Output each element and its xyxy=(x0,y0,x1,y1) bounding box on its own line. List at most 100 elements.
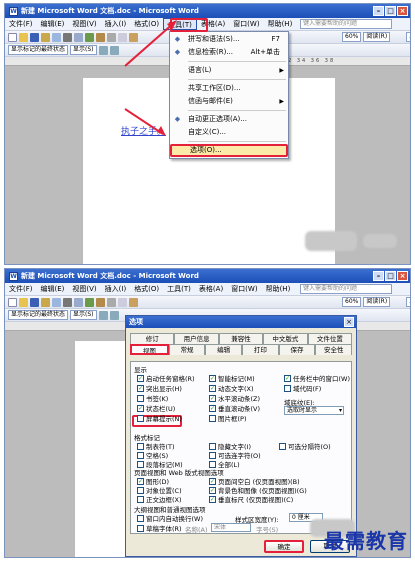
print-preview-icon[interactable] xyxy=(74,297,83,307)
checkbox-box[interactable]: ✓ xyxy=(137,374,144,382)
checkbox-box[interactable] xyxy=(137,495,144,503)
copy-icon[interactable] xyxy=(118,297,127,307)
size-label: 字号(S) xyxy=(256,526,279,534)
checkbox-option[interactable]: ✓ 垂直标尺 (仅页面视图)(C) xyxy=(209,494,293,504)
tab-1[interactable]: 修订 xyxy=(130,333,175,344)
menu-help[interactable]: 帮助(H) xyxy=(262,283,295,295)
tab-8[interactable]: 编辑 xyxy=(205,344,243,355)
arrow-to-options xyxy=(124,108,164,135)
checkbox-box[interactable] xyxy=(284,384,291,392)
show-menu-button[interactable]: 显示(S) xyxy=(70,310,97,320)
checkbox-box[interactable] xyxy=(209,442,216,450)
menu-file[interactable]: 文件(F) xyxy=(5,283,37,295)
checkbox-box[interactable] xyxy=(279,442,286,450)
menu-view[interactable]: 视图(V) xyxy=(68,283,100,295)
ok-button[interactable]: 确定 xyxy=(264,540,304,553)
checkbox-box[interactable]: ✓ xyxy=(209,394,216,402)
checkbox-box[interactable] xyxy=(137,460,144,468)
checkbox-box[interactable] xyxy=(209,414,216,422)
checkbox-option[interactable]: 域代码(F) xyxy=(284,383,321,393)
dialog-close-button[interactable]: × xyxy=(344,317,354,327)
checkbox-option[interactable]: 可选分隔符(O) xyxy=(279,441,331,451)
tab-9[interactable]: 打印 xyxy=(242,344,279,355)
help-search-input[interactable]: 键入需要帮助的问题 xyxy=(300,284,392,294)
tab-11[interactable]: 安全性 xyxy=(315,344,353,355)
menu-window[interactable]: 窗口(W) xyxy=(227,283,261,295)
previous-change-icon[interactable] xyxy=(98,310,108,320)
checkbox-box[interactable] xyxy=(137,414,144,422)
checkbox-label: 智能标记(M) xyxy=(218,375,255,383)
checkbox-box[interactable]: ✓ xyxy=(137,384,144,392)
name-select[interactable]: 宋体 xyxy=(211,523,251,532)
checkbox-option[interactable]: ✓ 智能标记(M) xyxy=(209,373,255,383)
checkbox-option[interactable]: ✓ 突出显示(H) xyxy=(137,383,182,393)
checkbox-option[interactable]: ✓ 水平滚动条(Z) xyxy=(209,393,260,403)
cut-icon[interactable] xyxy=(107,297,116,307)
checkbox-option[interactable]: ✓ 任务栏中的窗口(W) xyxy=(284,373,350,383)
checkbox-box[interactable]: ✓ xyxy=(209,384,216,392)
menu-insert[interactable]: 插入(I) xyxy=(101,283,131,295)
save-icon[interactable] xyxy=(30,297,39,307)
checkbox-box[interactable] xyxy=(209,451,216,459)
checkbox-box[interactable]: ✓ xyxy=(137,477,144,485)
next-change-icon[interactable] xyxy=(109,310,119,320)
email-icon[interactable] xyxy=(52,297,61,307)
menu-format[interactable]: 格式(O) xyxy=(130,283,163,295)
checkbox-box[interactable] xyxy=(137,486,144,494)
maximize-button[interactable]: □ xyxy=(385,271,396,281)
tab-5[interactable]: 文件位置 xyxy=(307,333,353,344)
checkbox-option[interactable]: ✓ 状态栏(U) xyxy=(137,403,175,413)
checkbox-box[interactable]: ✓ xyxy=(209,477,216,485)
tab-4[interactable]: 中文版式 xyxy=(263,333,308,344)
permission-icon[interactable] xyxy=(41,297,50,307)
checkbox-label: 草稿字体(R) xyxy=(146,525,182,533)
checkbox-option[interactable]: 窗口内自动换行(W) xyxy=(137,513,203,523)
close-button[interactable]: × xyxy=(397,271,408,281)
checkbox-box[interactable]: ✓ xyxy=(209,404,216,412)
checkbox-box[interactable]: ✓ xyxy=(209,495,216,503)
checkbox-box[interactable] xyxy=(209,460,216,468)
tab-7[interactable]: 常规 xyxy=(168,344,206,355)
checkbox-option[interactable]: 全部(L) xyxy=(209,459,240,469)
menu-tools[interactable]: 工具(T) xyxy=(163,283,195,295)
zoom-combo[interactable]: 60% xyxy=(342,297,362,307)
markup-view-combo[interactable]: 显示标记的最终状态 xyxy=(8,310,69,320)
minimize-button[interactable]: – xyxy=(373,271,384,281)
tab-6[interactable]: 视图 xyxy=(130,344,169,355)
tab-10[interactable]: 保存 xyxy=(278,344,316,355)
print-icon[interactable] xyxy=(63,297,72,307)
checkbox-option[interactable]: ✓ 动态文字(X) xyxy=(209,383,254,393)
checkbox-label: 水平滚动条(Z) xyxy=(218,395,261,403)
read-mode-button[interactable]: 阅读(R) xyxy=(363,297,391,307)
tab-row-bottom: 视图 常规 编辑 打印 保存 安全性 xyxy=(130,344,353,355)
research-icon[interactable] xyxy=(96,297,105,307)
checkbox-option[interactable]: 正文边框(X) xyxy=(137,494,182,504)
new-document-icon[interactable] xyxy=(8,297,17,307)
open-icon[interactable] xyxy=(19,297,28,307)
checkbox-box[interactable] xyxy=(137,451,144,459)
checkbox-box[interactable] xyxy=(137,524,144,532)
checkbox-box[interactable] xyxy=(137,514,144,522)
font-size-combo[interactable]: 二号 xyxy=(406,297,410,307)
checkbox-option[interactable]: 屏幕提示(N) xyxy=(137,413,182,423)
checkbox-box[interactable]: ✓ xyxy=(209,486,216,494)
menu-table[interactable]: 表格(A) xyxy=(195,283,227,295)
checkbox-option[interactable]: 书签(K) xyxy=(137,393,168,403)
checkbox-box[interactable] xyxy=(137,394,144,402)
tab-2[interactable]: 用户信息 xyxy=(174,333,219,344)
menu-edit[interactable]: 编辑(E) xyxy=(37,283,69,295)
checkbox-option[interactable]: ✓ 垂直滚动条(V) xyxy=(209,403,260,413)
paste-icon[interactable] xyxy=(129,297,138,307)
checkbox-box[interactable]: ✓ xyxy=(209,374,216,382)
tab-3[interactable]: 兼容性 xyxy=(218,333,264,344)
standard-toolbar: 60% 阅读(R) 二号 xyxy=(5,296,410,309)
checkbox-option[interactable]: 段落标记(M) xyxy=(137,459,183,469)
checkbox-option[interactable]: ✓ 启动任务窗格(R) xyxy=(137,373,195,383)
spellcheck-icon[interactable] xyxy=(85,297,94,307)
checkbox-option[interactable]: 图片框(P) xyxy=(209,413,247,423)
checkbox-box[interactable]: ✓ xyxy=(137,404,144,412)
field-shading-select[interactable]: 选取时显示 ▾ xyxy=(284,406,344,415)
checkbox-box[interactable]: ✓ xyxy=(284,374,291,382)
checkbox-option[interactable]: 草稿字体(R) xyxy=(137,523,182,533)
checkbox-box[interactable] xyxy=(137,442,144,450)
